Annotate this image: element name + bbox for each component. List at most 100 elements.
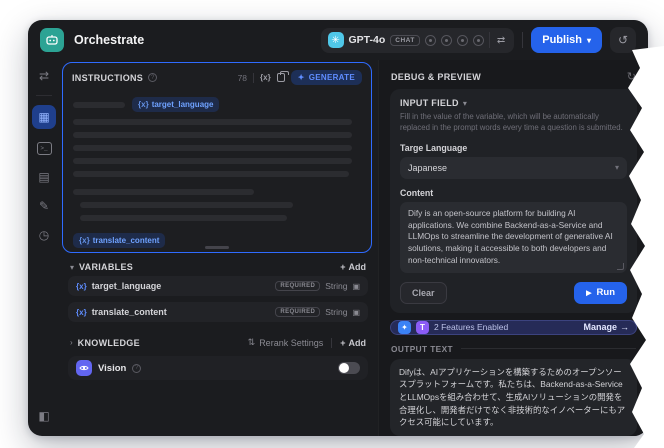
rail-monitoring-item[interactable]: ◷ [34, 225, 54, 245]
skeleton-line [73, 189, 255, 195]
input-field-header[interactable]: INPUT FIELD ▾ [400, 98, 627, 108]
page-title: Orchestrate [74, 33, 145, 47]
skeleton-line [73, 158, 353, 164]
terminal-icon: >_ [36, 141, 52, 155]
add-variable-button[interactable]: + Add [340, 262, 366, 272]
rail-logs-item[interactable]: ▤ [34, 167, 54, 187]
vision-toggle[interactable] [338, 362, 360, 374]
divider [461, 348, 636, 350]
variable-chip-target-language[interactable]: {x} target_language [132, 97, 220, 112]
monitoring-icon: ◷ [38, 228, 50, 242]
variables-header[interactable]: ▾ VARIABLES + Add [62, 253, 372, 276]
capability-icon [424, 34, 436, 46]
clear-button[interactable]: Clear [400, 281, 447, 304]
manage-label: Manage [583, 322, 617, 333]
publish-label: Publish [542, 34, 582, 46]
app-robot-icon [40, 28, 64, 52]
variable-prefix: {x} [76, 307, 87, 317]
target-language-value: Japanese [408, 162, 448, 173]
divider [522, 32, 524, 48]
rail-annotation-item[interactable]: ✎ [34, 196, 54, 216]
add-knowledge-button[interactable]: + Add [340, 338, 366, 348]
divider [253, 72, 255, 83]
refresh-icon[interactable]: ↻ [627, 70, 636, 83]
input-field-description: Fill in the value of the variable, which… [400, 112, 623, 132]
knowledge-header[interactable]: › KNOWLEDGE ⇅ Rerank Settings + Add [62, 328, 372, 352]
insert-variable-icon[interactable]: {x} [260, 73, 271, 82]
clear-label: Clear [412, 287, 435, 298]
version-history-button[interactable]: ↺ [610, 27, 636, 53]
features-bar[interactable]: ✦ T 2 Features Enabled Manage → [390, 319, 637, 335]
variable-name: target_language [91, 281, 162, 291]
target-language-label: Targe Language [400, 142, 468, 153]
scrollbar-handle[interactable] [205, 246, 229, 249]
model-selector[interactable]: ✳ GPT-4o CHAT ⇄ [320, 27, 515, 53]
target-language-select[interactable]: Japanese ▾ [400, 156, 627, 179]
instructions-body[interactable]: {x} target_language {x} translate_conten… [63, 88, 371, 252]
rail-settings-icon[interactable]: ⇄ [34, 66, 54, 86]
variable-name: translate_content [92, 236, 160, 245]
run-label: Run [596, 287, 615, 299]
knowledge-title: KNOWLEDGE [77, 337, 140, 348]
openai-icon: ✳ [327, 32, 344, 48]
rail-orchestrate-item[interactable]: ▦ [32, 105, 56, 129]
required-badge: REQUIRED [275, 307, 321, 317]
output-text: Difyは、AIアプリケーションを構築するためのオープンソースプラットフォームで… [390, 358, 637, 436]
capability-icon [472, 34, 484, 46]
input-field-card: INPUT FIELD ▾ Fill in the value of the v… [390, 89, 637, 313]
variable-row[interactable]: {x} target_language REQUIRED String ▣ [68, 276, 368, 296]
collapse-panel-button[interactable]: ◧ [34, 406, 54, 426]
model-mode-badge: CHAT [390, 34, 420, 46]
variable-chip-translate-content[interactable]: {x} translate_content [73, 233, 166, 248]
variable-prefix: {x} [138, 100, 149, 109]
debug-title: DEBUG & PREVIEW [391, 71, 482, 82]
variable-prefix: {x} [76, 281, 87, 291]
top-bar: Orchestrate ✳ GPT-4o CHAT ⇄ Publish ▾ ↺ [28, 20, 648, 60]
content-textarea[interactable]: Dify is an open-source platform for buil… [400, 201, 627, 273]
history-icon: ↺ [617, 33, 629, 47]
variables-title: VARIABLES [79, 262, 134, 272]
rerank-label: Rerank Settings [259, 337, 324, 348]
skeleton-line [73, 101, 125, 108]
app-window: Orchestrate ✳ GPT-4o CHAT ⇄ Publish ▾ ↺ [28, 20, 648, 436]
variable-prefix: {x} [79, 236, 90, 245]
chevron-down-icon: ▾ [586, 35, 591, 45]
plus-icon: + [340, 337, 346, 348]
features-label: 2 Features Enabled [434, 322, 509, 333]
icon-rail: ⇄ ▦ >_ ▤ ✎ ◷ ◧ [28, 60, 60, 436]
variable-name: translate_content [91, 307, 167, 317]
instructions-header: INSTRUCTIONS ? 78 {x} ✦ GENERATE [63, 63, 371, 88]
output-title: OUTPUT TEXT [391, 343, 454, 354]
help-icon: ? [132, 363, 142, 373]
annotation-icon: ✎ [38, 199, 50, 213]
chevron-down-icon: ▾ [614, 163, 619, 173]
model-settings-icon[interactable]: ⇄ [495, 35, 507, 46]
arrow-right-icon: → [620, 322, 629, 333]
copy-icon[interactable] [276, 71, 289, 82]
model-name: GPT-4o [348, 34, 386, 46]
manage-features-button[interactable]: Manage → [583, 322, 629, 332]
chevron-right-icon: › [70, 338, 73, 347]
instructions-editor[interactable]: INSTRUCTIONS ? 78 {x} ✦ GENERATE {x} tar… [62, 62, 372, 253]
chevron-down-icon: ▾ [462, 98, 467, 108]
feature-more-icon: ✦ [398, 320, 411, 334]
run-button[interactable]: ▶ Run [574, 281, 627, 304]
page: Orchestrate ✳ GPT-4o CHAT ⇄ Publish ▾ ↺ [0, 0, 664, 448]
rerank-settings-button[interactable]: ⇅ Rerank Settings [248, 337, 324, 348]
generate-button[interactable]: ✦ GENERATE [290, 70, 362, 85]
feature-tts-icon: T [416, 320, 429, 334]
eye-icon [76, 360, 92, 376]
logs-icon: ▤ [38, 170, 50, 184]
type-label: String [325, 307, 348, 317]
rail-api-item[interactable]: >_ [34, 138, 54, 158]
variable-row[interactable]: {x} translate_content REQUIRED String ▣ [68, 302, 368, 322]
capability-icon [440, 34, 452, 46]
generate-label: GENERATE [308, 73, 355, 82]
chevron-down-icon: ▾ [70, 262, 75, 272]
field-menu-icon[interactable]: ▣ [352, 308, 360, 317]
publish-button[interactable]: Publish ▾ [531, 27, 602, 53]
field-menu-icon[interactable]: ▣ [352, 282, 360, 291]
content-label: Content [400, 187, 434, 198]
debug-panel: DEBUG & PREVIEW ↻ INPUT FIELD ▾ Fill in … [378, 60, 648, 436]
divider [36, 95, 52, 96]
